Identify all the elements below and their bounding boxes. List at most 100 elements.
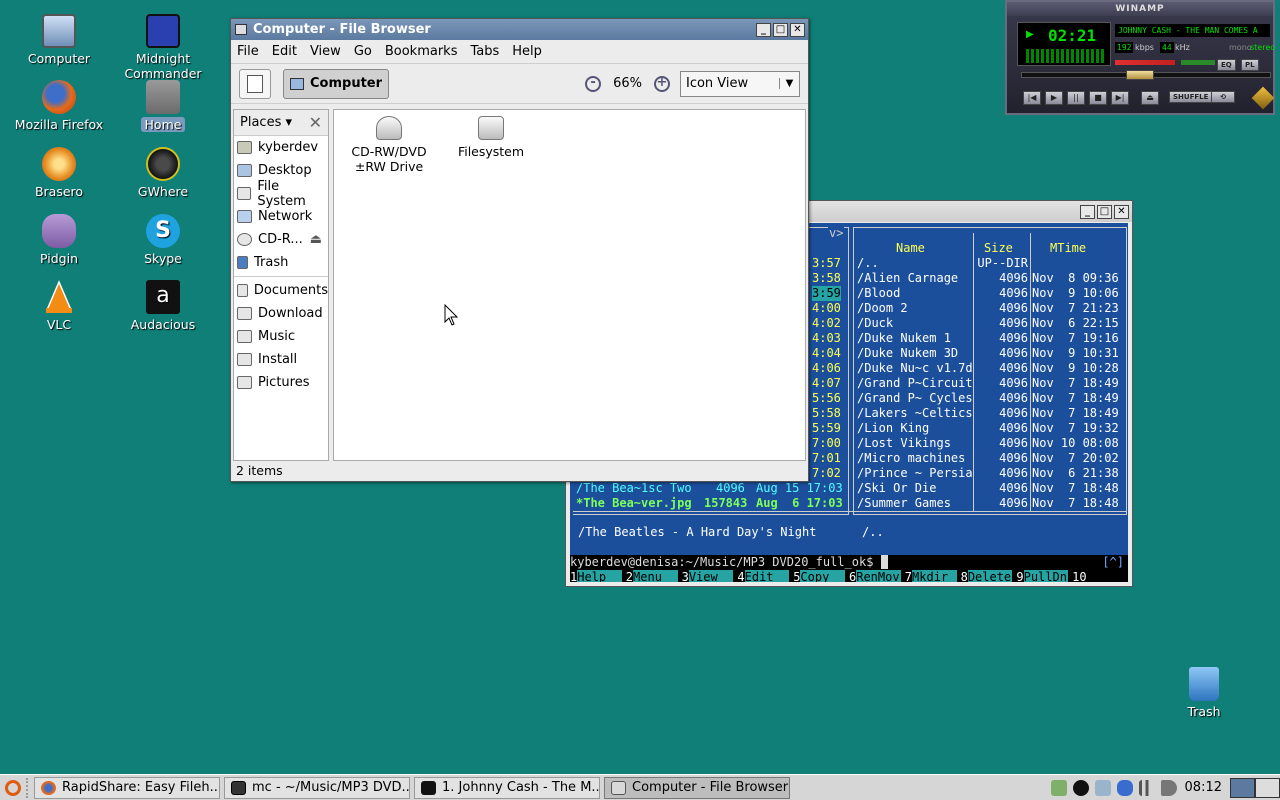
pause-button[interactable]: ||: [1067, 91, 1085, 105]
next-button[interactable]: ▶|: [1111, 91, 1129, 105]
sidebar-item-download[interactable]: Download: [234, 302, 328, 325]
right-file-row[interactable]: /Lakers ~Celtics: [857, 406, 973, 421]
left-time-cell[interactable]: 4:00: [812, 301, 841, 316]
sidebar-item-cdrom[interactable]: CD-R... ⏏: [234, 228, 328, 251]
file-browser-titlebar[interactable]: Computer - File Browser _ □ ✕: [231, 19, 808, 40]
right-file-row[interactable]: /Micro machines: [857, 451, 965, 466]
winamp-titlebar[interactable]: WINAMP: [1007, 2, 1273, 16]
desktop-icon-vlc[interactable]: VLC: [9, 280, 109, 332]
balance-slider[interactable]: [1181, 60, 1215, 65]
desktop-icon-gwhere[interactable]: GWhere: [113, 147, 213, 199]
audacious-tray-icon[interactable]: [1072, 779, 1089, 796]
workspace-switcher[interactable]: [1230, 777, 1280, 798]
task-firefox[interactable]: RapidShare: Easy Fileh...: [34, 776, 220, 799]
menu-edit[interactable]: Edit: [272, 44, 297, 59]
maximize-button[interactable]: □: [773, 22, 788, 37]
desktop-icon-brasero[interactable]: Brasero: [9, 147, 109, 199]
desktop-icon-midnight-commander[interactable]: Midnight Commander: [113, 14, 213, 81]
winamp-window[interactable]: WINAMP ▶ 02:21 JOHNNY CASH - THE MAN COM…: [1005, 0, 1275, 115]
desktop-icon-pidgin[interactable]: Pidgin: [9, 214, 109, 266]
sidebar-item-home[interactable]: kyberdev: [234, 136, 328, 159]
volume-icon[interactable]: [1160, 779, 1177, 796]
right-file-row[interactable]: /Alien Carnage: [857, 271, 958, 286]
col-header-size[interactable]: Size: [984, 241, 1013, 256]
left-time-cell[interactable]: 3:58: [812, 271, 841, 286]
menu-bookmarks[interactable]: Bookmarks: [385, 44, 458, 59]
left-time-cell[interactable]: 5:59: [812, 421, 841, 436]
history-button[interactable]: [^]: [1102, 555, 1124, 570]
seek-bar[interactable]: [1021, 70, 1271, 80]
fkey-renmov[interactable]: 6RenMov: [849, 570, 905, 582]
zoom-in-icon[interactable]: +: [654, 75, 670, 92]
edit-location-button[interactable]: [239, 68, 271, 99]
previous-button[interactable]: |◀: [1023, 91, 1041, 105]
network-signal-icon[interactable]: [1138, 779, 1155, 796]
clock[interactable]: 08:12: [1185, 780, 1222, 795]
sidebar-item-trash[interactable]: Trash: [234, 251, 328, 274]
right-file-row[interactable]: /Doom 2: [857, 301, 908, 316]
right-file-row[interactable]: /Prince ~ Persia: [857, 466, 973, 481]
right-file-row[interactable]: /Blood: [857, 286, 900, 301]
icon-view[interactable]: CD-RW/DVD ±RW Drive Filesystem: [333, 109, 806, 461]
minimize-button[interactable]: _: [1080, 204, 1095, 219]
sidebar-item-install[interactable]: Install: [234, 348, 328, 371]
sidebar-item-music[interactable]: Music: [234, 325, 328, 348]
left-time-cell[interactable]: 7:00: [812, 436, 841, 451]
task-mc[interactable]: mc - ~/Music/MP3 DVD...: [224, 776, 410, 799]
menu-view[interactable]: View: [310, 44, 341, 59]
update-notifier-icon[interactable]: [1050, 779, 1067, 796]
pl-toggle[interactable]: PL: [1241, 59, 1259, 71]
left-file-row[interactable]: *The Bea~ver.jpg: [576, 496, 692, 511]
places-dropdown[interactable]: Places ▾: [240, 115, 292, 130]
left-time-cell[interactable]: 5:58: [812, 406, 841, 421]
sidebar-item-pictures[interactable]: Pictures: [234, 371, 328, 394]
right-file-row[interactable]: /Summer Games: [857, 496, 951, 511]
stop-button[interactable]: ■: [1089, 91, 1107, 105]
zoom-out-icon[interactable]: -: [585, 75, 602, 92]
winamp-time[interactable]: 02:21: [1048, 26, 1096, 45]
fkey-mkdir[interactable]: 7Mkdir: [905, 570, 961, 582]
workspace-1[interactable]: [1230, 777, 1255, 798]
volume-slider[interactable]: [1115, 60, 1175, 65]
menu-go[interactable]: Go: [354, 44, 372, 59]
fkey-menu[interactable]: 2Menu: [626, 570, 682, 582]
desktop-icon-home[interactable]: Home: [113, 80, 213, 132]
right-file-row[interactable]: /Duke Nu~c v1.7d: [857, 361, 973, 376]
right-file-row[interactable]: /Ski Or Die: [857, 481, 936, 496]
sidebar-item-documents[interactable]: Documents: [234, 279, 328, 302]
main-menu-button[interactable]: [0, 776, 26, 800]
right-file-row[interactable]: /Duck: [857, 316, 893, 331]
fkey-help[interactable]: 1Help: [570, 570, 626, 582]
left-time-cell[interactable]: 7:01: [812, 451, 841, 466]
fkey-edit[interactable]: 4Edit: [737, 570, 793, 582]
desktop-icon-audacious[interactable]: a Audacious: [113, 280, 213, 332]
eq-toggle[interactable]: EQ: [1217, 59, 1236, 71]
task-audacious[interactable]: 1. Johnny Cash - The M...: [414, 776, 600, 799]
shuffle-toggle[interactable]: SHUFFLE: [1169, 91, 1213, 103]
eject-button[interactable]: ⏏: [1141, 91, 1159, 105]
desktop-icon-trash[interactable]: Trash: [1154, 667, 1254, 719]
desktop-icon-skype[interactable]: S Skype: [113, 214, 213, 266]
play-button[interactable]: ▶: [1045, 91, 1063, 105]
menu-file[interactable]: File: [237, 44, 259, 59]
taskbar-handle[interactable]: [26, 777, 34, 798]
skype-tray-icon[interactable]: [1094, 779, 1111, 796]
panel-sort-indicator[interactable]: v>: [828, 227, 845, 240]
close-pane-icon[interactable]: ✕: [309, 113, 322, 132]
right-file-row[interactable]: /Lion King: [857, 421, 929, 436]
maximize-button[interactable]: □: [1097, 204, 1112, 219]
eject-icon[interactable]: ⏏: [310, 232, 322, 247]
bluetooth-icon[interactable]: [1116, 779, 1133, 796]
fkey-copy[interactable]: 5Copy: [793, 570, 849, 582]
file-browser-window[interactable]: Computer - File Browser _ □ ✕ File Edit …: [230, 18, 809, 482]
right-file-row[interactable]: /..: [857, 256, 879, 271]
left-file-row[interactable]: /The Bea~1sc Two: [576, 481, 692, 496]
minimize-button[interactable]: _: [756, 22, 771, 37]
workspace-2[interactable]: [1255, 777, 1280, 798]
left-time-cell[interactable]: 7:02: [812, 466, 841, 481]
location-button-computer[interactable]: Computer: [283, 68, 390, 99]
view-mode-select[interactable]: Icon View ▼: [680, 70, 800, 97]
left-time-cell[interactable]: 4:03: [812, 331, 841, 346]
fkey-view[interactable]: 3View: [682, 570, 738, 582]
left-time-cell[interactable]: 3:57: [812, 256, 841, 271]
